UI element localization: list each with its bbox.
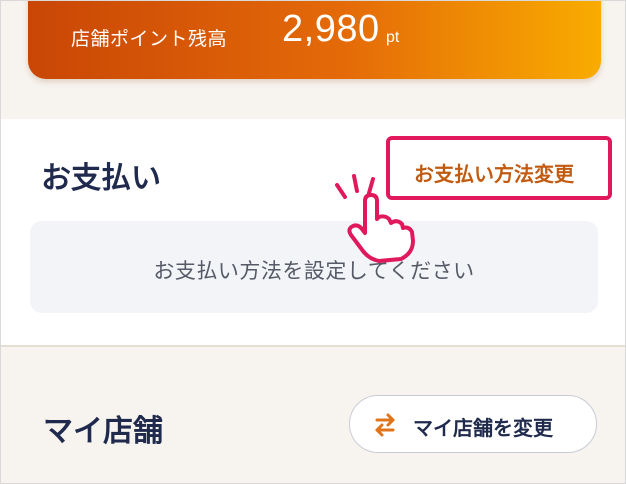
payment-title: お支払い [41, 161, 161, 196]
payment-placeholder-text: お支払い方法を設定してください [153, 259, 475, 283]
change-store-button[interactable]: マイ店舗を変更 [349, 395, 597, 453]
points-label: 店舗ポイント残高 [71, 28, 228, 50]
hand-pointer-icon [335, 174, 415, 263]
payment-section: お支払い お支払い方法変更 お支払い方法を設定してください [1, 119, 625, 347]
points-unit: pt [386, 29, 400, 46]
swap-arrows-icon [375, 413, 395, 437]
store-points-card: 店舗ポイント残高 2,980 pt [28, 1, 601, 79]
payment-method-box[interactable]: お支払い方法を設定してください [30, 221, 598, 313]
my-store-title: マイ店舗 [43, 414, 163, 449]
change-store-label: マイ店舗を変更 [413, 416, 553, 440]
screen: 店舗ポイント残高 2,980 pt お支払い お支払い方法変更 お支払い方法を設… [0, 0, 626, 484]
points-value: 2,980 [282, 8, 380, 50]
change-payment-method-link[interactable]: お支払い方法変更 [414, 158, 574, 187]
